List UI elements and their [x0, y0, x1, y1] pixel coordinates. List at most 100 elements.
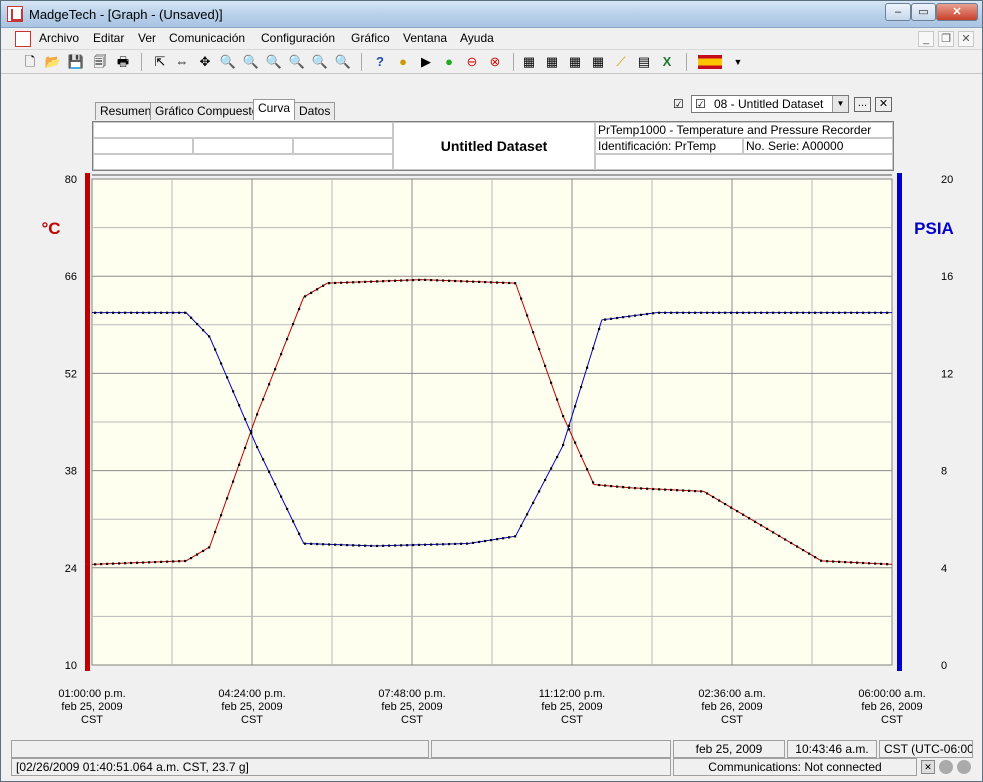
- stop-icon[interactable]: ⊖: [463, 53, 481, 71]
- play-icon[interactable]: ▶: [417, 53, 435, 71]
- left-tick-label: 38: [65, 466, 77, 478]
- pressure-data-point: [568, 424, 571, 427]
- pressure-data-point: [754, 311, 757, 314]
- menu-ayuda[interactable]: Ayuda: [460, 31, 494, 45]
- zoom-vertical-icon[interactable]: 🔍: [265, 53, 283, 71]
- x-tick-time: 02:36:00 a.m.: [698, 688, 765, 700]
- pressure-data-point: [526, 513, 529, 516]
- cancel-icon[interactable]: ⊗: [486, 53, 504, 71]
- menu-archivo[interactable]: Archivo: [39, 31, 79, 45]
- pressure-data-point: [880, 311, 883, 314]
- temperature-data-point: [742, 513, 745, 516]
- close-button[interactable]: ✕: [936, 3, 978, 21]
- graph-chart[interactable]: 80 66 52 38 24 10 20 16 12 8 4 0 °C PSIA 01:00:00 p.m.…: [5, 75, 978, 738]
- temperature-data-point: [298, 307, 301, 311]
- temperature-data-point: [304, 295, 307, 298]
- pressure-data-point: [802, 311, 805, 314]
- download-icon[interactable]: ●: [394, 53, 412, 71]
- temperature-data-point: [400, 279, 403, 282]
- pressure-data-point: [376, 544, 379, 548]
- excel-icon[interactable]: X: [658, 53, 676, 71]
- menu-grafico[interactable]: Gráfico: [351, 31, 390, 45]
- minimize-button[interactable]: –: [885, 3, 911, 21]
- mdi-minimize-button[interactable]: _: [918, 31, 934, 47]
- temperature-data-point: [832, 560, 835, 563]
- zoom-reset-icon[interactable]: 🔍: [334, 53, 352, 71]
- temperature-data-point: [796, 545, 799, 548]
- temperature-data-point: [130, 561, 133, 565]
- pan-horizontal-icon[interactable]: ⇔: [173, 53, 191, 71]
- help-icon[interactable]: ?: [371, 53, 389, 71]
- status-timezone: CST (UTC-06:00): [879, 740, 973, 758]
- grid-icon[interactable]: ▦: [520, 53, 538, 71]
- temperature-data-point: [454, 279, 457, 283]
- menu-ver[interactable]: Ver: [138, 31, 156, 45]
- pointer-icon[interactable]: ⇱: [151, 53, 169, 71]
- pressure-data-point: [766, 311, 769, 314]
- temperature-data-point: [598, 483, 601, 487]
- temperature-data-point: [136, 561, 139, 564]
- trend-icon[interactable]: ⟋: [612, 53, 630, 71]
- pressure-data-point: [508, 536, 511, 539]
- pressure-data-point: [382, 544, 385, 547]
- temperature-data-point: [874, 562, 877, 565]
- mdi-restore-button[interactable]: ❐: [938, 31, 954, 47]
- right-tick-label: 16: [941, 271, 953, 283]
- maximize-button[interactable]: ▭: [911, 3, 936, 21]
- zoom-box-icon[interactable]: 🔍: [311, 53, 329, 71]
- pressure-data-point: [700, 311, 703, 314]
- status-bar: feb 25, 2009 10:43:46 a.m. CST (UTC-06:0…: [5, 738, 978, 780]
- temperature-data-point: [736, 510, 739, 513]
- menu-comunicacion[interactable]: Comunicación: [169, 31, 245, 45]
- chevron-down-icon[interactable]: ▼: [729, 53, 747, 71]
- pressure-data-point: [328, 543, 331, 546]
- temperature-data-point: [148, 561, 151, 564]
- left-axis-label: °C: [41, 219, 60, 238]
- status-close-icon[interactable]: ✕: [921, 760, 935, 774]
- temperature-data-point: [202, 549, 205, 553]
- temperature-data-point: [424, 278, 427, 282]
- x-tick-time: 11:12:00 p.m.: [539, 688, 605, 700]
- temperature-data-point: [784, 538, 787, 541]
- new-icon[interactable]: 🗋: [21, 53, 39, 71]
- menu-editar[interactable]: Editar: [93, 31, 124, 45]
- zoom-out-icon[interactable]: 🔍: [242, 53, 260, 71]
- zoom-in-icon[interactable]: 🔍: [219, 53, 237, 71]
- open-icon[interactable]: 📂: [44, 53, 62, 71]
- x-tick-date: feb 25, 2009: [61, 701, 122, 713]
- temperature-data-point: [334, 281, 337, 285]
- save-icon[interactable]: 💾: [67, 53, 85, 71]
- temperature-data-point: [838, 560, 841, 563]
- temperature-data-point: [448, 279, 451, 282]
- temperature-data-point: [328, 282, 331, 285]
- grid-2-icon[interactable]: ▦: [543, 53, 561, 71]
- temperature-data-point: [886, 563, 889, 566]
- temperature-data-point: [496, 281, 499, 284]
- temperature-data-point: [478, 280, 481, 283]
- temperature-data-point: [712, 495, 715, 499]
- temperature-data-point: [172, 560, 175, 563]
- start-icon[interactable]: ●: [440, 53, 458, 71]
- calculator-icon[interactable]: ▤: [635, 53, 653, 71]
- save-all-icon[interactable]: 🗐: [91, 53, 109, 71]
- pressure-data-point: [634, 314, 637, 317]
- pressure-data-point: [796, 311, 799, 314]
- grid-3-icon[interactable]: ▦: [566, 53, 584, 71]
- menu-configuracion[interactable]: Configuración: [261, 31, 335, 45]
- zoom-horizontal-icon[interactable]: 🔍: [288, 53, 306, 71]
- grid-4-icon[interactable]: ▦: [589, 53, 607, 71]
- pressure-data-point: [178, 311, 181, 314]
- pressure-data-point: [520, 524, 523, 527]
- right-tick-label: 20: [941, 174, 953, 186]
- document-icon: [15, 31, 31, 47]
- pressure-data-point: [352, 544, 355, 547]
- pressure-data-point: [232, 390, 235, 393]
- spain-flag-icon[interactable]: [698, 55, 722, 69]
- pressure-data-point: [154, 311, 157, 314]
- menu-ventana[interactable]: Ventana: [403, 31, 447, 45]
- print-icon[interactable]: 🖶: [114, 53, 132, 71]
- temperature-data-point: [532, 331, 535, 334]
- pressure-data-point: [472, 541, 475, 544]
- mdi-close-button[interactable]: ✕: [958, 31, 974, 47]
- move-icon[interactable]: ✥: [196, 53, 214, 71]
